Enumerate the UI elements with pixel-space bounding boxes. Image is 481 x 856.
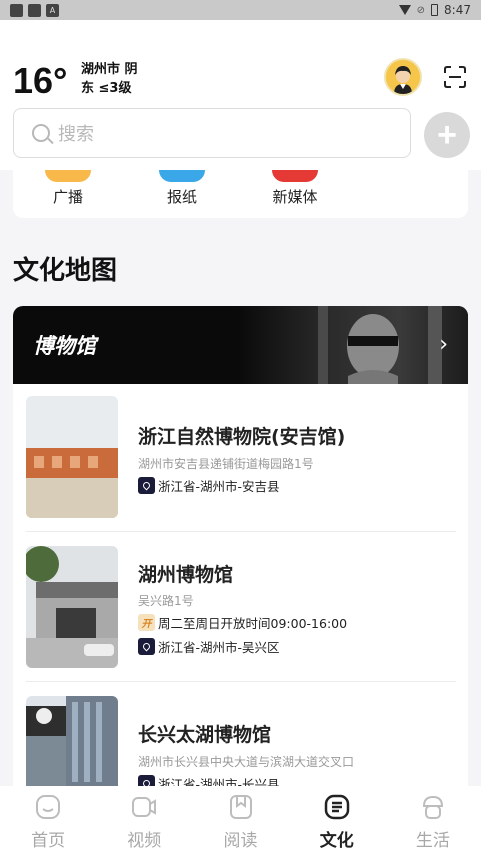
location-pin-icon [138, 477, 155, 494]
museum-region: 浙江省-湖州市-安吉县 [158, 479, 280, 494]
weather-info[interactable]: 湖州市 阴 东 ≤3级 [81, 60, 138, 98]
banner-title: 博物馆 [33, 334, 96, 358]
museum-address: 吴兴路1号 [138, 594, 194, 608]
battery-icon [431, 4, 439, 16]
newspaper-icon [159, 170, 205, 182]
tab-read[interactable]: 阅读 [192, 786, 288, 856]
museum-hours-row: 开 周二至周日开放时间09:00-16:00 [138, 613, 347, 632]
museum-name: 浙江自然博物院(安吉馆) [138, 426, 346, 448]
museum-hours: 周二至周日开放时间09:00-16:00 [158, 616, 348, 631]
divider [26, 681, 456, 682]
tab-video[interactable]: 视频 [96, 786, 192, 856]
museum-thumbnail [26, 546, 118, 668]
video-icon [132, 797, 157, 817]
tab-home[interactable]: 首页 [0, 786, 96, 856]
status-time: 8:47 [444, 3, 471, 17]
list-item[interactable]: 湖州博物馆 吴兴路1号 开 周二至周日开放时间09:00-16:00 浙江省-湖… [13, 534, 468, 682]
shortcut-label: 广播 [52, 188, 83, 206]
read-icon [229, 795, 252, 819]
home-icon [36, 795, 61, 819]
search-input[interactable]: 搜索 [13, 108, 411, 158]
open-hours-icon: 开 [138, 614, 155, 631]
museum-region-row: 浙江省-湖州市-长兴县 [138, 774, 280, 786]
temperature: 16° [13, 60, 68, 101]
museum-banner[interactable]: 博物馆 › [13, 306, 468, 384]
broadcast-icon [45, 170, 91, 182]
media-shortcuts: 广播 报纸 新媒体 [13, 170, 468, 218]
shortcut-newspaper[interactable]: 报纸 [142, 170, 222, 207]
shortcut-broadcast[interactable]: 广播 [28, 170, 108, 207]
header: 16° 湖州市 阴 东 ≤3级 搜索 + [0, 20, 481, 170]
city-condition: 湖州市 阴 [81, 62, 138, 77]
search-icon [32, 124, 50, 142]
status-bar: A ⊘ 8:47 [0, 0, 481, 20]
section-title: 文化地图 [13, 256, 118, 286]
scan-icon[interactable] [444, 66, 466, 88]
list-item[interactable]: 长兴太湖博物馆 湖州市长兴县中央大道与滨湖大道交叉口 浙江省-湖州市-长兴县 [13, 684, 468, 786]
tab-label: 首页 [31, 831, 66, 851]
location-pin-icon [138, 775, 155, 786]
museum-region: 浙江省-湖州市-长兴县 [158, 777, 280, 786]
museum-name: 长兴太湖博物馆 [138, 724, 272, 746]
museum-region-row: 浙江省-湖州市-吴兴区 [138, 637, 280, 656]
avatar[interactable] [384, 58, 422, 96]
museum-thumbnail [26, 696, 118, 786]
tab-label: 生活 [415, 831, 450, 851]
notification-icon [10, 3, 23, 17]
new-media-icon [272, 170, 318, 182]
museum-address: 湖州市安吉县递铺街道梅园路1号 [138, 457, 314, 471]
museum-list: 浙江自然博物院(安吉馆) 湖州市安吉县递铺街道梅园路1号 浙江省-湖州市-安吉县… [13, 384, 468, 786]
wifi-icon [398, 5, 411, 15]
tab-label: 视频 [127, 831, 162, 851]
shortcut-label: 新媒体 [272, 188, 318, 206]
divider [26, 531, 456, 532]
museum-thumbnail [26, 396, 118, 518]
search-placeholder: 搜索 [58, 124, 94, 145]
location-pin-icon [138, 638, 155, 655]
wind: 东 ≤3级 [81, 81, 132, 96]
museum-name: 湖州博物馆 [138, 564, 234, 586]
tab-label: 阅读 [223, 831, 258, 851]
tab-culture[interactable]: 文化 [289, 786, 385, 856]
no-sim-icon: ⊘ [416, 4, 426, 16]
list-item[interactable]: 浙江自然博物院(安吉馆) 湖州市安吉县递铺街道梅园路1号 浙江省-湖州市-安吉县 [13, 384, 468, 532]
bottom-tab-bar: 首页 视频 阅读 文化 生活 [0, 786, 481, 856]
shortcut-label: 报纸 [166, 188, 197, 206]
life-icon [422, 795, 443, 819]
tab-life[interactable]: 生活 [385, 786, 481, 856]
museum-region-row: 浙江省-湖州市-安吉县 [138, 476, 280, 495]
notification-icon [28, 3, 41, 17]
museum-region: 浙江省-湖州市-吴兴区 [158, 640, 280, 655]
add-button[interactable]: + [424, 112, 470, 158]
tab-label: 文化 [319, 831, 354, 851]
shortcut-new-media[interactable]: 新媒体 [255, 170, 335, 207]
chevron-right-icon: › [439, 332, 448, 357]
banner-image [238, 306, 468, 384]
museum-address: 湖州市长兴县中央大道与滨湖大道交叉口 [138, 755, 355, 769]
culture-icon [324, 794, 349, 820]
a-icon: A [46, 3, 59, 17]
